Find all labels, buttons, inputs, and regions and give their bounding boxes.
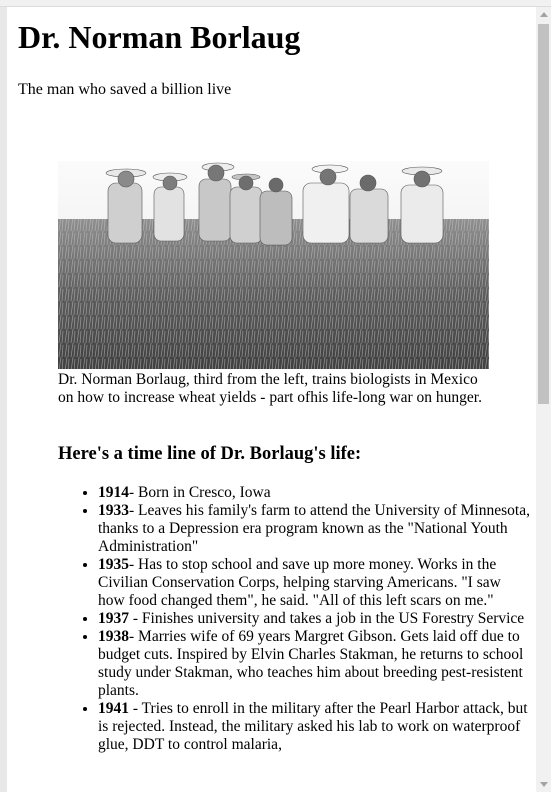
vertical-scrollbar[interactable] (536, 7, 551, 792)
list-item: 1935- Has to stop school and save up mor… (98, 556, 530, 610)
photo-caption: Dr. Norman Borlaug, third from the left,… (58, 371, 482, 406)
timeline-year: 1941 (98, 700, 129, 717)
timeline-text: - Tries to enroll in the military after … (98, 700, 528, 753)
timeline-year: 1914 (98, 484, 129, 501)
page-content: Dr. Norman Borlaug The man who saved a b… (18, 7, 530, 753)
page-title: Dr. Norman Borlaug (18, 19, 301, 55)
browser-top-edge (0, 0, 551, 7)
timeline-text: - Has to stop school and save up more mo… (98, 556, 501, 609)
borlaug-field-photo (58, 161, 489, 369)
timeline-text: - Finishes university and takes a job in… (129, 610, 525, 627)
scroll-up-arrow-icon[interactable] (536, 7, 551, 22)
timeline-heading: Here's a time line of Dr. Borlaug's life… (58, 444, 362, 464)
timeline-year: 1935 (98, 556, 129, 573)
timeline-text: - Marries wife of 69 years Margret Gibso… (98, 628, 524, 699)
scroll-down-arrow-icon[interactable] (536, 777, 551, 792)
timeline-year: 1938 (98, 628, 129, 645)
list-item: 1937 - Finishes university and takes a j… (98, 610, 530, 628)
timeline-year: 1933 (98, 502, 129, 519)
timeline-text: - Leaves his family's farm to attend the… (98, 502, 530, 555)
page-subtitle: The man who saved a billion live (18, 81, 232, 98)
list-item: 1938- Marries wife of 69 years Margret G… (98, 628, 530, 700)
list-item: 1933- Leaves his family's farm to attend… (98, 502, 530, 556)
list-item: 1914- Born in Cresco, Iowa (98, 484, 530, 502)
timeline-text: - Born in Cresco, Iowa (129, 484, 271, 501)
page-left-edge (0, 7, 7, 792)
scroll-thumb[interactable] (538, 24, 549, 404)
timeline-year: 1937 (98, 610, 129, 627)
list-item: 1941 - Tries to enroll in the military a… (98, 700, 530, 754)
timeline-list: 1914- Born in Cresco, Iowa 1933- Leaves … (58, 484, 530, 754)
